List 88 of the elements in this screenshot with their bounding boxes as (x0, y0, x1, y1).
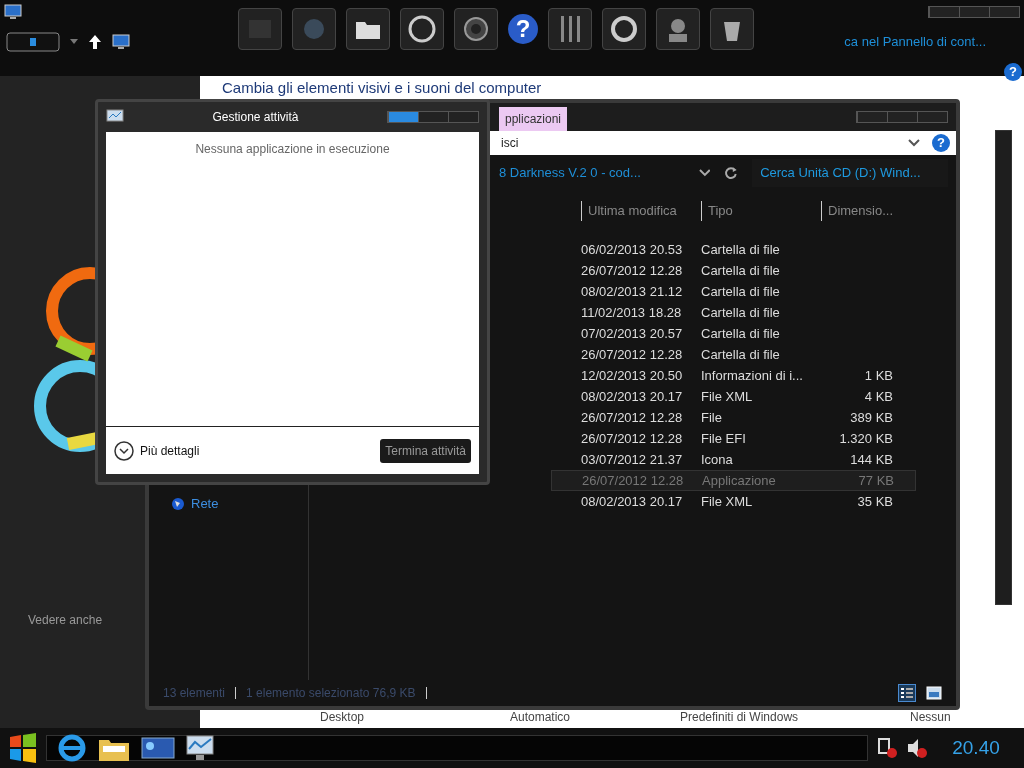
table-cell: 08/02/2013 20.17 (581, 493, 683, 509)
empty-message: Nessuna applicazione in esecuzione (195, 142, 390, 156)
table-cell: 4 KB (864, 388, 893, 404)
control-panel-icon[interactable] (141, 736, 175, 760)
setting-label[interactable]: Predefiniti di Windows (680, 708, 910, 726)
large-icons-view-icon[interactable] (926, 686, 942, 700)
setting-label[interactable]: Automatico (510, 708, 680, 726)
page-heading: Cambia gli elementi visivi e i suoni del computer (222, 78, 543, 98)
ribbon-tab[interactable]: pplicazioni (499, 107, 568, 131)
caret-icon[interactable] (70, 39, 78, 45)
refresh-icon[interactable] (724, 166, 739, 180)
column-header[interactable]: Tipo (701, 201, 821, 221)
table-cell: 08/02/2013 20.17 (581, 388, 683, 404)
clock[interactable]: 20.40 (936, 733, 1016, 763)
start-icon[interactable] (8, 733, 38, 763)
table-cell: 26/07/2012 12.28 (581, 430, 683, 446)
column-header[interactable]: Ultima modifica (581, 201, 701, 221)
expand-icon[interactable] (114, 440, 134, 461)
table-row[interactable]: 26/07/2012 12.28 Applicazione 77 KB (551, 470, 916, 491)
chevron-icon[interactable] (908, 139, 920, 147)
chart-monitor-icon[interactable] (185, 734, 215, 762)
table-row[interactable]: 07/02/2013 20.57 Cartella di file (551, 323, 916, 344)
details-view-icon[interactable] (898, 684, 916, 702)
table-cell: 12/02/2013 20.50 (581, 367, 683, 383)
up-arrow-icon[interactable] (88, 34, 102, 50)
table-cell: Applicazione (702, 472, 776, 488)
table-cell: 389 KB (850, 409, 893, 425)
table-cell: 26/07/2012 12.28 (582, 472, 684, 488)
table-cell: 26/07/2012 12.28 (581, 262, 683, 278)
table-cell: File (701, 409, 722, 425)
table-cell: Cartella di file (701, 325, 780, 341)
monitor-icon (112, 34, 130, 50)
window-title: Gestione attività (212, 109, 299, 126)
table-row[interactable]: 11/02/2013 18.28 Cartella di file (551, 302, 916, 323)
table-cell: 26/07/2012 12.28 (581, 409, 683, 425)
status-text: 1 elemento selezionato 76,9 KB (246, 685, 416, 702)
help-button[interactable]: ? (932, 134, 950, 152)
network-error-icon[interactable] (876, 737, 898, 759)
end-task-button[interactable]: Termina attività (380, 438, 471, 463)
table-cell: 144 KB (850, 451, 893, 467)
search-field[interactable]: ca nel Pannello di cont... (844, 32, 986, 52)
table-row[interactable]: 26/07/2012 12.28 Cartella di file (551, 344, 916, 365)
table-cell: 07/02/2013 20.57 (581, 325, 683, 341)
table-cell: 03/07/2012 21.37 (581, 451, 683, 467)
chevron-icon[interactable] (698, 169, 711, 177)
chart-monitor-icon (106, 109, 124, 125)
table-cell: Cartella di file (701, 262, 780, 278)
monitor-icon (4, 4, 22, 20)
setting-label[interactable]: Nessun (910, 708, 990, 726)
breadcrumb[interactable]: 8 Darkness V.2 0 - cod... (499, 163, 685, 183)
section-heading: Vedere anche (28, 612, 104, 629)
nav-item[interactable]: Rete (191, 494, 219, 514)
window-controls[interactable] (387, 111, 479, 123)
table-cell: Cartella di file (701, 283, 780, 299)
table-row[interactable]: 08/02/2013 20.17 File XML 35 KB (551, 491, 916, 512)
table-cell: 1 KB (864, 367, 893, 383)
table-row[interactable]: 26/07/2012 12.28 File 389 KB (551, 407, 916, 428)
search-field[interactable]: Cerca Unità CD (D:) Wind... (752, 159, 948, 187)
address-field[interactable]: isci (501, 134, 519, 152)
table-cell: Cartella di file (701, 304, 780, 320)
table-cell: 77 KB (858, 472, 894, 488)
table-row[interactable]: 03/07/2012 21.37 Icona 144 KB (551, 449, 916, 470)
table-cell: 1.320 KB (839, 430, 893, 446)
status-text: 13 elementi (163, 685, 226, 702)
table-row[interactable]: 26/07/2012 12.28 File EFI 1.320 KB (551, 428, 916, 449)
table-cell: Cartella di file (701, 241, 780, 257)
column-header[interactable]: Dimensio... (821, 201, 893, 221)
scrollbar[interactable] (995, 130, 1012, 605)
table-row[interactable]: 08/02/2013 21.12 Cartella di file (551, 281, 916, 302)
table-cell: 35 KB (857, 493, 893, 509)
setting-label[interactable]: Desktop (320, 708, 510, 726)
table-row[interactable]: 08/02/2013 20.17 File XML 4 KB (551, 386, 916, 407)
table-cell: 26/07/2012 12.28 (581, 346, 683, 362)
table-cell: File EFI (701, 430, 746, 446)
globe-icon (171, 496, 185, 511)
table-cell: Informazioni di i... (701, 367, 803, 383)
table-cell: 06/02/2013 20.53 (581, 241, 683, 257)
table-cell: 11/02/2013 18.28 (581, 304, 682, 320)
details-link[interactable]: Più dettagli (140, 441, 200, 460)
table-row[interactable]: 06/02/2013 20.53 Cartella di file (551, 239, 916, 260)
table-cell: Cartella di file (701, 346, 780, 362)
table-cell: 08/02/2013 21.12 (581, 283, 683, 299)
table-row[interactable]: 26/07/2012 12.28 Cartella di file (551, 260, 916, 281)
table-row[interactable]: 12/02/2013 20.50 Informazioni di i... 1 KB (551, 365, 916, 386)
table-cell: File XML (701, 493, 753, 509)
table-cell: Icona (701, 451, 733, 467)
muted-speaker-icon[interactable] (906, 737, 928, 759)
table-cell: File XML (701, 388, 753, 404)
